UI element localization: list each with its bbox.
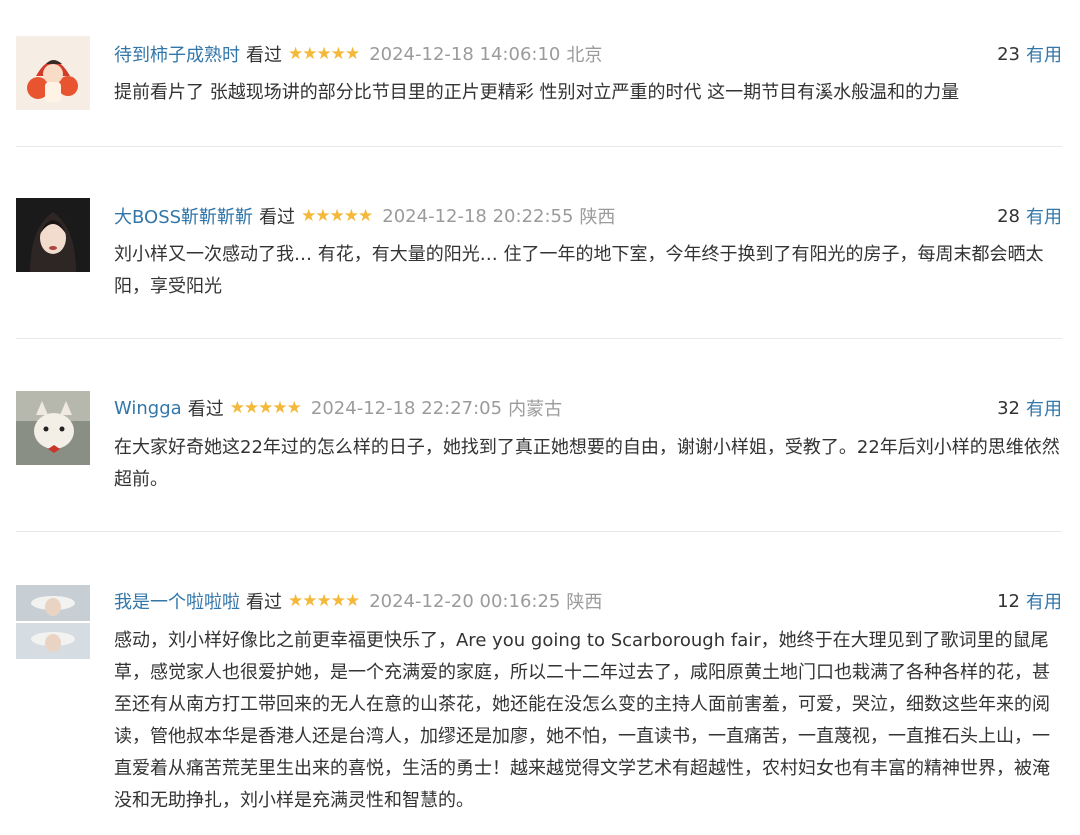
- comment-text: 感动，刘小样好像比之前更幸福更快乐了，Are you going to Scar…: [114, 630, 1050, 811]
- comment-location: 北京: [566, 45, 603, 66]
- useful-button[interactable]: 有用: [1026, 588, 1062, 614]
- rating-stars: ★★★★★: [229, 398, 302, 418]
- avatar[interactable]: [16, 391, 90, 465]
- comment-time: 2024-12-18 14:06:10: [369, 43, 561, 65]
- avatar-cat-photo-icon: [16, 391, 90, 465]
- comment-text: 在大家好奇她这22年过的怎么样的日子，她找到了真正她想要的自由，谢谢小样姐，受教…: [114, 437, 1060, 490]
- avatar-photo-icon: [16, 585, 90, 659]
- useful-button[interactable]: 有用: [1026, 395, 1062, 421]
- vote-area: 12 有用: [997, 588, 1062, 614]
- comment-text: 提前看片了 张越现场讲的部分比节目里的正片更精彩 性别对立严重的时代 这一期节目…: [114, 82, 960, 103]
- avatar[interactable]: [16, 585, 90, 659]
- comment-time: 2024-12-20 00:16:25: [369, 590, 561, 612]
- author-link[interactable]: 待到柿子成熟时: [114, 41, 240, 67]
- avatar[interactable]: [16, 198, 90, 272]
- comment-text: 刘小样又一次感动了我… 有花，有大量的阳光… 住了一年的地下室，今年终于换到了有…: [114, 244, 1044, 297]
- watch-status: 看过: [246, 45, 282, 66]
- avatar[interactable]: [16, 36, 90, 110]
- vote-area: 23 有用: [997, 41, 1062, 67]
- comment-time: 2024-12-18 22:27:05: [310, 397, 503, 419]
- comment-location: 陕西: [579, 207, 616, 228]
- vote-count: 12: [997, 590, 1020, 612]
- comment-time: 2024-12-18 20:22:55: [382, 205, 574, 227]
- watch-status: 看过: [259, 207, 296, 228]
- vote-area: 28 有用: [997, 203, 1062, 229]
- comment-header: Wingga 看过 ★★★★★ 2024-12-18 22:27:05 内蒙古 …: [114, 394, 1062, 422]
- rating-stars: ★★★★★: [301, 206, 373, 226]
- vote-count: 23: [997, 43, 1020, 65]
- watch-status: 看过: [246, 592, 282, 613]
- rating-stars: ★★★★★: [288, 44, 360, 64]
- vote-count: 32: [997, 397, 1020, 419]
- useful-button[interactable]: 有用: [1026, 203, 1062, 229]
- vote-area: 32 有用: [997, 395, 1062, 421]
- divider: [16, 531, 1062, 532]
- divider: [16, 146, 1062, 147]
- comment-location: 陕西: [566, 592, 603, 613]
- author-link[interactable]: 我是一个啦啦啦: [114, 588, 240, 614]
- avatar-cartoon-girl-icon: [16, 36, 90, 110]
- watch-status: 看过: [187, 399, 224, 420]
- comment-header: 待到柿子成熟时 看过 ★★★★★ 2024-12-18 14:06:10 北京 …: [114, 40, 1062, 68]
- author-link[interactable]: Wingga: [114, 398, 182, 419]
- vote-count: 28: [997, 205, 1020, 227]
- comment-header: 我是一个啦啦啦 看过 ★★★★★ 2024-12-20 00:16:25 陕西 …: [114, 587, 1062, 615]
- rating-stars: ★★★★★: [288, 591, 360, 611]
- comment-location: 内蒙古: [508, 399, 563, 420]
- avatar-portrait-photo-icon: [16, 198, 90, 272]
- author-link[interactable]: 大BOSS靳靳靳靳: [114, 203, 253, 229]
- divider: [16, 338, 1062, 339]
- comment-header: 大BOSS靳靳靳靳 看过 ★★★★★ 2024-12-18 20:22:55 陕…: [114, 202, 1062, 230]
- useful-button[interactable]: 有用: [1026, 41, 1062, 67]
